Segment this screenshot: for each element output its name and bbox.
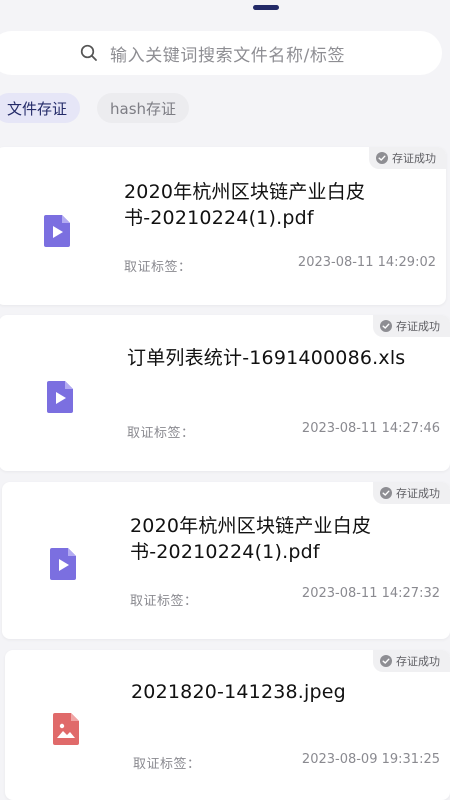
search-placeholder: 输入关键词搜索文件名称/标签 (110, 45, 346, 66)
evidence-card[interactable]: 存证成功 订单列表统计-1691400086.xls 取证标签： 2023-08… (0, 315, 450, 471)
check-circle-icon (380, 655, 392, 667)
status-badge: 存证成功 (369, 147, 446, 169)
status-badge-label: 存证成功 (392, 152, 436, 165)
tab-hash-evidence[interactable]: hash存证 (97, 93, 190, 123)
evidence-tag-label: 取证标签： (130, 594, 198, 609)
image-file-icon (53, 713, 79, 745)
evidence-tag-label: 取证标签： (124, 260, 192, 275)
timestamp: 2023-08-09 19:31:25 (301, 752, 440, 767)
status-badge-label: 存证成功 (396, 320, 440, 333)
document-play-icon (47, 381, 73, 413)
search-icon (80, 44, 97, 61)
check-circle-icon (376, 152, 388, 164)
timestamp: 2023-08-11 14:27:46 (301, 421, 440, 436)
status-badge: 存证成功 (373, 482, 450, 504)
tab-file-evidence[interactable]: 文件存证 (0, 93, 81, 123)
drag-handle[interactable] (253, 5, 279, 10)
timestamp: 2023-08-11 14:29:02 (297, 255, 436, 270)
file-name: 2020年杭州区块链产业白皮 书-20210224(1).pdf (130, 515, 372, 563)
file-name: 2021820-141238.jpeg (131, 681, 346, 703)
check-circle-icon (380, 320, 392, 332)
file-name: 订单列表统计-1691400086.xls (127, 347, 406, 369)
document-play-icon (50, 548, 76, 580)
evidence-tag-label: 取证标签： (127, 426, 195, 441)
document-play-icon (44, 215, 70, 247)
evidence-card[interactable]: 存证成功 2021820-141238.jpeg 取证标签： 2023-08-0… (5, 650, 450, 800)
file-name: 2020年杭州区块链产业白皮 书-20210224(1).pdf (124, 181, 366, 229)
check-circle-icon (380, 487, 392, 499)
status-badge-label: 存证成功 (396, 487, 440, 500)
evidence-card[interactable]: 存证成功 2020年杭州区块链产业白皮 书-20210224(1).pdf 取证… (2, 482, 450, 639)
status-badge: 存证成功 (373, 650, 450, 672)
tab-bar: 文件存证 hash存证 (0, 93, 190, 123)
status-badge: 存证成功 (373, 315, 450, 337)
search-bar[interactable]: 输入关键词搜索文件名称/标签 (0, 31, 442, 75)
timestamp: 2023-08-11 14:27:32 (301, 586, 440, 601)
status-badge-label: 存证成功 (396, 655, 440, 668)
evidence-card[interactable]: 存证成功 2020年杭州区块链产业白皮 书-20210224(1).pdf 取证… (0, 147, 446, 305)
evidence-tag-label: 取证标签： (133, 757, 201, 772)
